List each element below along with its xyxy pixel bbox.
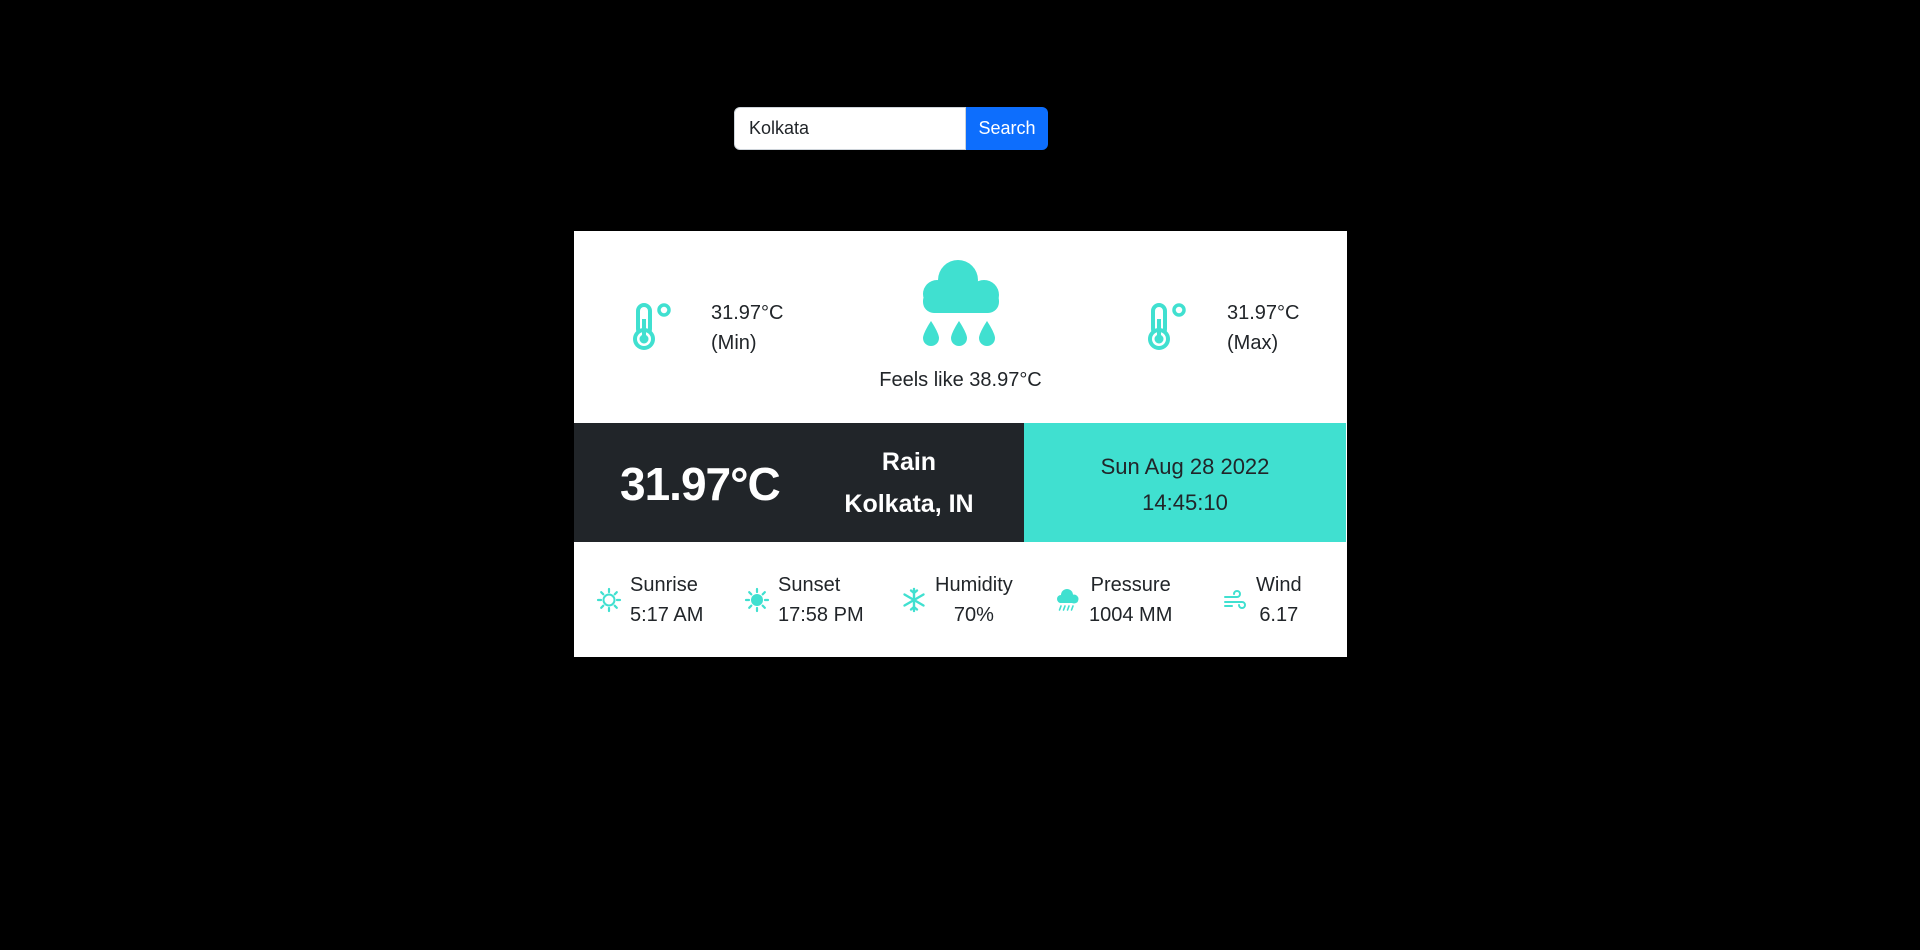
stat-wind: Wind 6.17 <box>1222 570 1302 630</box>
max-temperature: 31.97°C (Max) <box>1227 298 1300 358</box>
time: 14:45:10 <box>1142 490 1228 515</box>
pressure-label: Pressure <box>1090 574 1171 596</box>
current-conditions: 31.97°C Rain Kolkata, IN Sun Aug 28 2022… <box>574 423 1347 542</box>
min-temp-value: 31.97°C <box>711 302 784 324</box>
pressure-value: 1004 MM <box>1089 604 1173 626</box>
stat-humidity-text: Humidity 70% <box>935 570 1013 630</box>
min-temp-label: (Min) <box>711 332 757 354</box>
search-bar: Search <box>734 107 1048 150</box>
sunset-value: 17:58 PM <box>778 604 864 626</box>
location: Kolkata, IN <box>844 490 974 518</box>
weather-stats: Sunrise 5:17 AM Sunset 17:58 PM Humidity… <box>574 542 1347 657</box>
stat-sunrise: Sunrise 5:17 AM <box>596 570 703 630</box>
date-time-panel: Sun Aug 28 2022 14:45:10 <box>1024 423 1346 542</box>
sunrise-value: 5:17 AM <box>630 604 704 626</box>
wind-icon <box>1224 590 1246 609</box>
min-temperature: 31.97°C (Min) <box>711 298 784 358</box>
cloud-rain-icon <box>923 260 999 346</box>
sun-outline-icon <box>596 587 622 613</box>
stat-sunset: Sunset 17:58 PM <box>744 570 864 630</box>
sun-icon <box>744 587 770 613</box>
weather-condition: Rain <box>881 448 937 476</box>
wind-value: 6.17 <box>1259 604 1299 626</box>
search-button[interactable]: Search <box>966 107 1048 150</box>
search-input[interactable] <box>734 107 966 150</box>
weather-card: 31.97°C (Min) Feels like 38.97°C 31.97°C… <box>574 231 1347 657</box>
current-temperature: 31.97°C <box>620 458 781 510</box>
stat-humidity: Humidity 70% <box>901 570 1013 630</box>
thermometer-icon <box>1148 303 1186 350</box>
snowflake-icon <box>903 587 925 613</box>
date: Sun Aug 28 2022 <box>1100 454 1270 479</box>
current-conditions-panel: 31.97°C Rain Kolkata, IN <box>574 423 1024 542</box>
max-temp-value: 31.97°C <box>1227 302 1300 324</box>
feels-like: Feels like 38.97°C <box>879 369 1042 391</box>
page: Search 31.97°C (Min) <box>0 0 1920 950</box>
humidity-value: 70% <box>953 604 994 626</box>
sunrise-label: Sunrise <box>630 574 698 596</box>
humidity-label: Humidity <box>935 574 1013 596</box>
max-temp-label: (Max) <box>1227 332 1279 354</box>
cloud-rain-icon <box>1057 589 1079 611</box>
stat-sunset-text: Sunset 17:58 PM <box>778 570 864 630</box>
stat-pressure: Pressure 1004 MM <box>1055 570 1172 630</box>
wind-label: Wind <box>1256 574 1302 596</box>
sunset-label: Sunset <box>778 574 841 596</box>
date-time: Sun Aug 28 2022 14:45:10 <box>1024 449 1346 521</box>
weather-summary: 31.97°C (Min) Feels like 38.97°C 31.97°C… <box>574 231 1347 423</box>
thermometer-icon <box>633 303 671 350</box>
stat-pressure-text: Pressure 1004 MM <box>1089 570 1172 630</box>
condition-location: Rain Kolkata, IN <box>824 441 994 525</box>
stat-sunrise-text: Sunrise 5:17 AM <box>630 570 703 630</box>
stat-wind-text: Wind 6.17 <box>1256 570 1302 630</box>
